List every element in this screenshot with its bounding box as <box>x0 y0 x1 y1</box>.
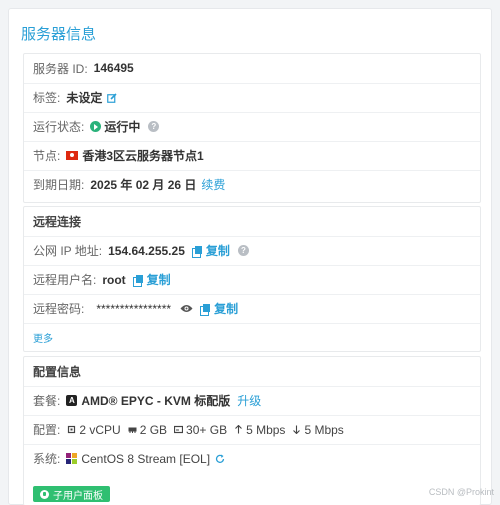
help-icon[interactable]: ? <box>148 121 160 132</box>
os-row: 系统: CentOS 8 Stream [EOL] <box>24 444 480 472</box>
copy-ip-button[interactable]: 复制 <box>206 242 230 259</box>
tag-label: 标签: <box>33 91 61 105</box>
tag-row: 标签: 未设定 <box>24 83 480 111</box>
password-label: 远程密码: <box>33 302 85 316</box>
cpu-value: 2 vCPU <box>79 422 121 437</box>
expire-label: 到期日期: <box>33 178 85 192</box>
expire-row: 到期日期: 2025 年 02 月 26 日 续费 <box>24 170 480 198</box>
refresh-icon[interactable] <box>215 454 225 464</box>
cpu-spec: 2 vCPU <box>67 422 121 437</box>
upgrade-link[interactable]: 升级 <box>237 392 261 409</box>
upload-spec: 5 Mbps <box>234 423 285 437</box>
server-id-value: 146495 <box>93 61 134 75</box>
copy-icon[interactable] <box>200 303 211 316</box>
ram-spec: 2 GB <box>128 423 167 437</box>
sub-user-icon <box>40 489 49 499</box>
ram-value: 2 GB <box>139 422 168 437</box>
tag-value: 未设定 <box>66 91 103 105</box>
os-value: CentOS 8 Stream [EOL] <box>81 451 211 466</box>
node-row: 节点: 香港3区云服务器节点1 <box>24 141 480 169</box>
ip-label: 公网 IP 地址: <box>33 244 103 258</box>
page-title: 服务器信息 <box>21 26 97 43</box>
copy-user-button[interactable]: 复制 <box>147 271 171 288</box>
copy-password-button[interactable]: 复制 <box>214 300 238 317</box>
disk-value: 30+ GB <box>186 422 228 437</box>
config-box: 配置信息 套餐: A AMD® EPYC - KVM 标配版 升级 配置: 2 … <box>23 356 481 505</box>
status-label: 运行状态: <box>33 120 85 134</box>
remote-header: 远程连接 <box>33 214 82 229</box>
password-row: 远程密码: **************** 复制 <box>24 294 480 322</box>
user-label: 远程用户名: <box>33 273 97 287</box>
user-value: root <box>102 272 126 287</box>
spec-row: 配置: 2 vCPU 2 GB 30+ GB 5 Mbps 5 Mbps <box>24 415 480 443</box>
download-spec: 5 Mbps <box>292 422 344 437</box>
upload-value: 5 Mbps <box>246 422 286 437</box>
disk-icon <box>174 425 184 434</box>
plan-label: 套餐: <box>33 394 61 408</box>
arrow-up-icon <box>235 425 242 434</box>
password-value: **************** <box>96 301 172 316</box>
server-id-row: 服务器 ID: 146495 <box>24 54 480 82</box>
server-id-label: 服务器 ID: <box>33 61 88 76</box>
copy-icon[interactable] <box>191 245 202 258</box>
sub-user-panel-label: 子用户面板 <box>53 490 103 502</box>
remote-connection-box: 远程连接 公网 IP 地址: 154.64.255.25 复制 ? 远程用户名:… <box>23 206 481 352</box>
watermark: CSDN @Prokint <box>428 487 494 497</box>
user-row: 远程用户名: root 复制 <box>24 265 480 293</box>
os-label: 系统: <box>33 452 61 466</box>
ip-value: 154.64.255.25 <box>108 243 185 258</box>
server-info-panel: 服务器信息 服务器 ID: 146495 标签: 未设定 运行状态: 运行中 ?… <box>8 8 492 505</box>
disk-spec: 30+ GB <box>174 423 227 437</box>
arrow-down-icon <box>293 425 301 434</box>
renew-link[interactable]: 续费 <box>201 176 225 193</box>
sub-user-panel-button[interactable]: 子用户面板 <box>33 486 110 502</box>
plan-row: 套餐: A AMD® EPYC - KVM 标配版 升级 <box>24 386 480 414</box>
plan-value: AMD® EPYC - KVM 标配版 <box>81 394 231 408</box>
edit-icon[interactable] <box>107 92 117 103</box>
more-row: 更多 <box>24 323 480 351</box>
eye-icon[interactable] <box>180 304 193 313</box>
node-value: 香港3区云服务器节点1 <box>82 149 204 163</box>
cpu-icon <box>68 425 76 434</box>
centos-logo-icon <box>66 453 78 464</box>
more-link[interactable]: 更多 <box>33 330 53 345</box>
amd-logo-icon: A <box>66 395 78 406</box>
status-value: 运行中 <box>104 120 141 134</box>
ip-row: 公网 IP 地址: 154.64.255.25 复制 ? <box>24 236 480 264</box>
memory-icon <box>128 427 137 433</box>
help-icon[interactable]: ? <box>237 245 249 256</box>
node-label: 节点: <box>33 149 61 163</box>
copy-icon[interactable] <box>132 274 143 287</box>
expire-value: 2025 年 02 月 26 日 <box>90 178 197 192</box>
spec-label: 配置: <box>33 423 61 437</box>
status-row: 运行状态: 运行中 ? <box>24 112 480 140</box>
basic-info-box: 服务器 ID: 146495 标签: 未设定 运行状态: 运行中 ? 节点: 香… <box>23 53 481 203</box>
hong-kong-flag-icon <box>66 151 79 160</box>
play-icon <box>90 121 102 132</box>
config-header: 配置信息 <box>33 364 82 379</box>
download-value: 5 Mbps <box>304 422 344 437</box>
